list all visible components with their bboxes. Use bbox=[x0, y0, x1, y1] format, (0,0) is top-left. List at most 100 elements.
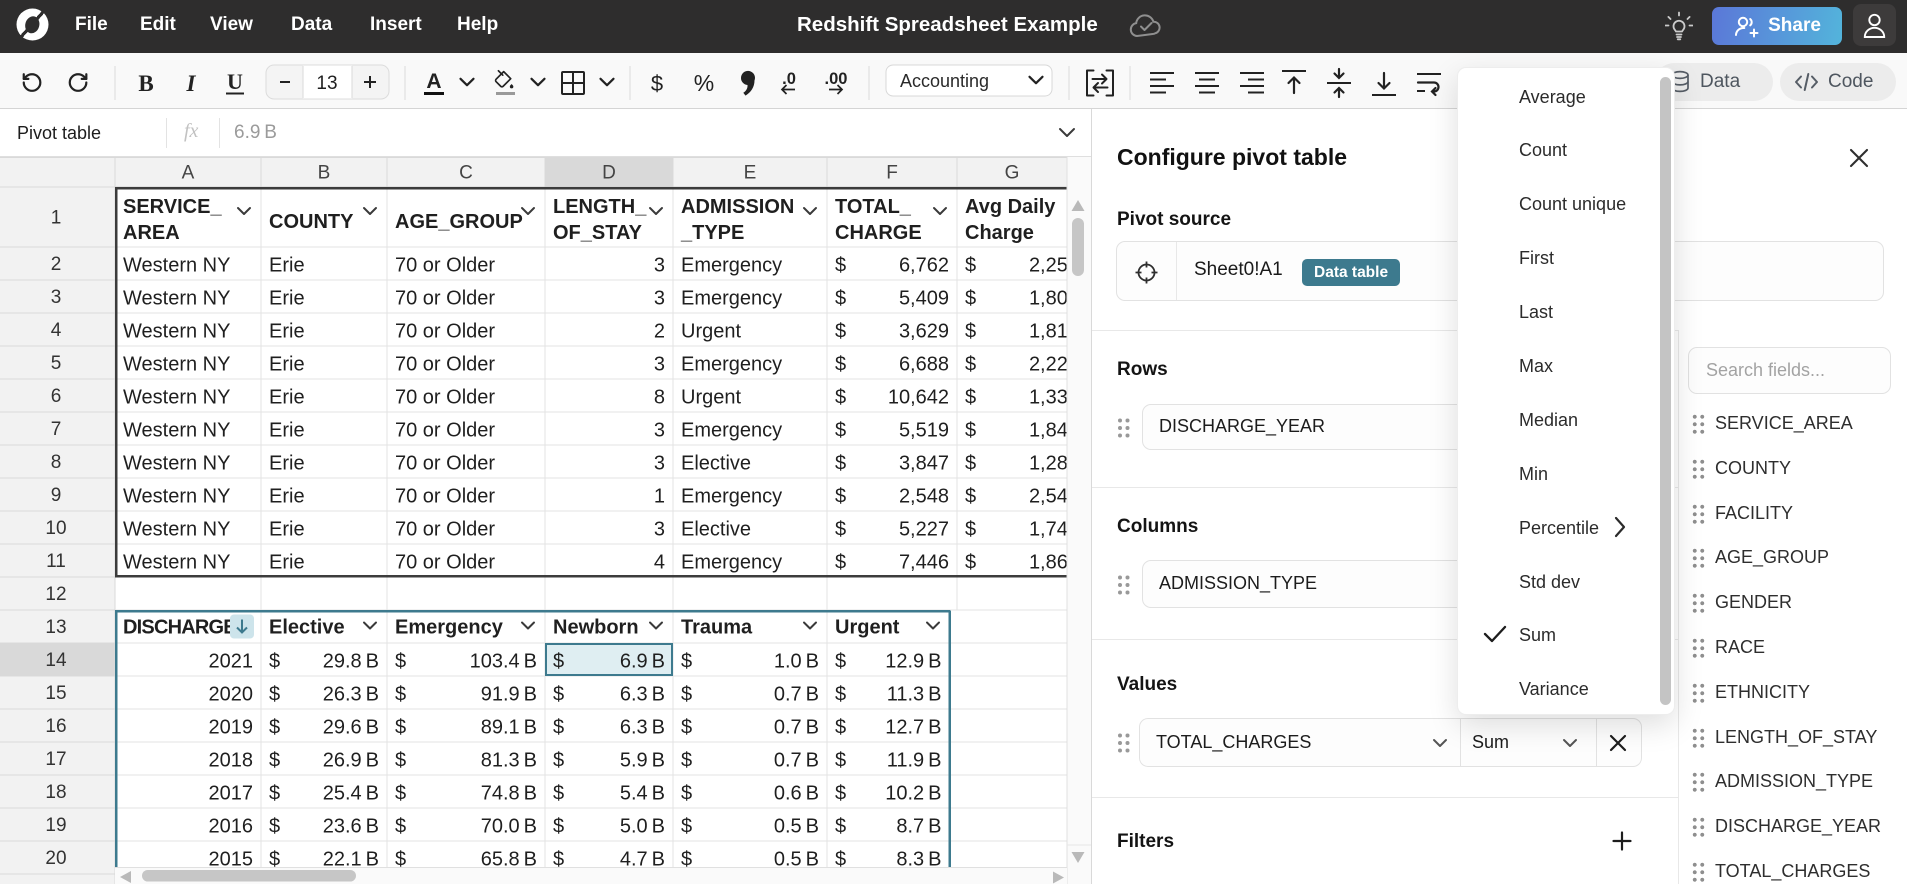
svg-text:Western NY: Western NY bbox=[123, 518, 230, 540]
svg-text:17: 17 bbox=[45, 749, 66, 770]
svg-text:A: A bbox=[426, 70, 441, 93]
svg-text:Emergency: Emergency bbox=[681, 254, 782, 276]
svg-text:F: F bbox=[886, 163, 898, 184]
svg-text:11: 11 bbox=[46, 551, 66, 572]
svg-text:2,548: 2,548 bbox=[899, 485, 949, 507]
svg-text:Western NY: Western NY bbox=[123, 452, 230, 474]
svg-text:70 or Older: 70 or Older bbox=[395, 320, 495, 342]
svg-text:13: 13 bbox=[316, 73, 337, 94]
svg-text:$: $ bbox=[835, 782, 846, 804]
svg-text:6: 6 bbox=[51, 386, 62, 407]
svg-text:$: $ bbox=[553, 716, 564, 738]
svg-text:OF_STAY: OF_STAY bbox=[553, 222, 643, 244]
svg-text:$: $ bbox=[269, 749, 280, 771]
svg-text:Elective: Elective bbox=[269, 616, 345, 638]
svg-text:1: 1 bbox=[51, 208, 62, 229]
svg-text:Western NY: Western NY bbox=[123, 485, 230, 507]
svg-text:$: $ bbox=[835, 485, 846, 507]
svg-text:$: $ bbox=[835, 287, 846, 309]
svg-text:Western NY: Western NY bbox=[123, 287, 230, 309]
svg-text:DISCHARGE_: DISCHARGE_ bbox=[123, 616, 248, 638]
svg-text:5.4 B: 5.4 B bbox=[620, 782, 665, 804]
svg-text:81.3 B: 81.3 B bbox=[481, 749, 537, 771]
svg-text:Urgent: Urgent bbox=[835, 616, 900, 638]
svg-text:Erie: Erie bbox=[269, 287, 305, 309]
svg-text:3: 3 bbox=[51, 287, 62, 308]
svg-text:$: $ bbox=[835, 518, 846, 540]
svg-text:$: $ bbox=[835, 650, 846, 672]
svg-text:$: $ bbox=[395, 683, 406, 705]
svg-text:Western NY: Western NY bbox=[123, 386, 230, 408]
svg-text:$: $ bbox=[965, 551, 976, 573]
svg-text:2019: 2019 bbox=[209, 716, 254, 738]
svg-text:$: $ bbox=[965, 518, 976, 540]
svg-text:$: $ bbox=[835, 254, 846, 276]
svg-text:$: $ bbox=[965, 419, 976, 441]
svg-text:20: 20 bbox=[45, 848, 66, 869]
svg-text:Urgent: Urgent bbox=[681, 320, 741, 342]
svg-text:$: $ bbox=[835, 749, 846, 771]
svg-text:Western NY: Western NY bbox=[123, 419, 230, 441]
svg-text:7,446: 7,446 bbox=[899, 551, 949, 573]
svg-text:_TYPE: _TYPE bbox=[680, 222, 744, 244]
svg-text:4: 4 bbox=[654, 551, 665, 573]
svg-text:2020: 2020 bbox=[209, 683, 254, 705]
svg-text:14: 14 bbox=[45, 650, 67, 671]
svg-text:Trauma: Trauma bbox=[681, 616, 753, 638]
svg-text:$: $ bbox=[681, 716, 692, 738]
svg-text:3: 3 bbox=[654, 353, 665, 375]
svg-text:6,762: 6,762 bbox=[899, 254, 949, 276]
svg-text:26.3 B: 26.3 B bbox=[323, 683, 379, 705]
svg-text:10: 10 bbox=[45, 518, 66, 539]
svg-text:23.6 B: 23.6 B bbox=[323, 815, 379, 837]
svg-text:3,629: 3,629 bbox=[899, 320, 949, 342]
svg-text:11.9 B: 11.9 B bbox=[887, 749, 942, 771]
svg-text:70.0 B: 70.0 B bbox=[481, 815, 537, 837]
svg-text:3: 3 bbox=[654, 452, 665, 474]
svg-text:$: $ bbox=[835, 419, 846, 441]
svg-text:Erie: Erie bbox=[269, 386, 305, 408]
svg-text:$: $ bbox=[553, 683, 564, 705]
svg-text:0.6 B: 0.6 B bbox=[774, 782, 819, 804]
svg-text:$: $ bbox=[269, 815, 280, 837]
svg-text:$: $ bbox=[965, 485, 976, 507]
svg-text:Erie: Erie bbox=[269, 320, 305, 342]
svg-text:5: 5 bbox=[51, 353, 62, 374]
svg-text:$: $ bbox=[965, 353, 976, 375]
svg-text:8.7 B: 8.7 B bbox=[896, 815, 941, 837]
svg-text:5,409: 5,409 bbox=[899, 287, 949, 309]
svg-text:1.0 B: 1.0 B bbox=[774, 650, 819, 672]
svg-text:$: $ bbox=[965, 452, 976, 474]
svg-text:3: 3 bbox=[654, 287, 665, 309]
svg-text:6,688: 6,688 bbox=[899, 353, 949, 375]
svg-text:70 or Older: 70 or Older bbox=[395, 518, 495, 540]
svg-text:$: $ bbox=[835, 452, 846, 474]
svg-text:$: $ bbox=[395, 650, 406, 672]
svg-text:1: 1 bbox=[654, 485, 665, 507]
svg-text:$: $ bbox=[835, 551, 846, 573]
svg-text:16: 16 bbox=[45, 716, 66, 737]
svg-text:Emergency: Emergency bbox=[395, 616, 504, 638]
svg-text:8: 8 bbox=[654, 386, 665, 408]
svg-text:70 or Older: 70 or Older bbox=[395, 551, 495, 573]
svg-text:$: $ bbox=[835, 353, 846, 375]
svg-text:2: 2 bbox=[654, 320, 665, 342]
svg-text:70 or Older: 70 or Older bbox=[395, 254, 495, 276]
svg-text:Accounting: Accounting bbox=[900, 71, 989, 91]
svg-text:0.7 B: 0.7 B bbox=[774, 683, 819, 705]
svg-text:A: A bbox=[182, 163, 195, 184]
svg-text:$: $ bbox=[835, 716, 846, 738]
svg-text:D: D bbox=[602, 163, 616, 184]
svg-text:10.2 B: 10.2 B bbox=[885, 782, 941, 804]
svg-text:7: 7 bbox=[51, 419, 62, 440]
svg-text:2017: 2017 bbox=[209, 782, 254, 804]
svg-text:$: $ bbox=[553, 782, 564, 804]
svg-text:5.0 B: 5.0 B bbox=[620, 815, 665, 837]
svg-text:13: 13 bbox=[45, 617, 66, 638]
svg-text:E: E bbox=[744, 163, 757, 184]
svg-text:Erie: Erie bbox=[269, 353, 305, 375]
svg-text:ADMISSION: ADMISSION bbox=[681, 196, 794, 218]
svg-text:12: 12 bbox=[45, 584, 66, 605]
svg-text:11.3 B: 11.3 B bbox=[887, 683, 942, 705]
svg-text:.00: .00 bbox=[825, 70, 848, 88]
